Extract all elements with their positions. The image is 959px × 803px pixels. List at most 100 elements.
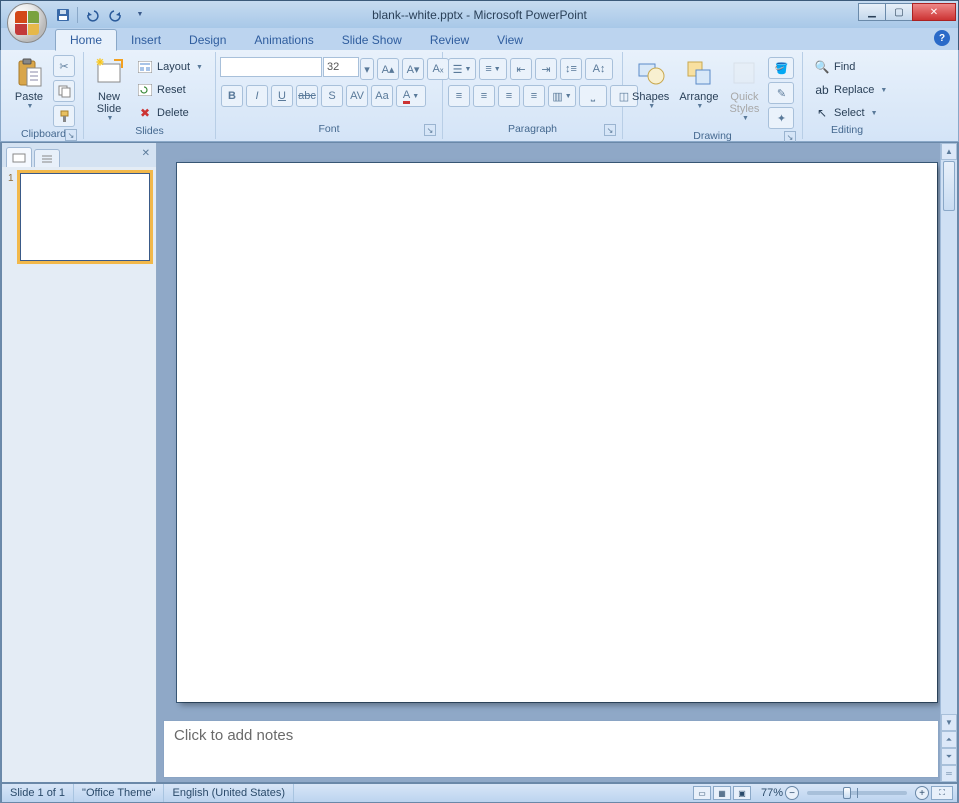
arrange-icon bbox=[683, 57, 715, 89]
tab-slides-view[interactable] bbox=[6, 147, 32, 167]
zoom-slider[interactable] bbox=[807, 791, 907, 795]
text-direction-icon: A↕ bbox=[593, 63, 606, 75]
maximize-button[interactable]: ▢ bbox=[885, 3, 913, 21]
find-button[interactable]: 🔍Find bbox=[809, 56, 892, 78]
thumbnail-1[interactable]: 1 bbox=[8, 173, 150, 261]
status-slide[interactable]: Slide 1 of 1 bbox=[2, 784, 74, 802]
font-color-button[interactable]: A▼ bbox=[396, 85, 426, 107]
bullets-icon: ☰ bbox=[453, 63, 463, 76]
zoom-percent[interactable]: 77% bbox=[761, 787, 783, 799]
view-sorter-icon[interactable]: ▦ bbox=[713, 786, 731, 800]
slide-canvas[interactable] bbox=[177, 163, 937, 702]
tab-review[interactable]: Review bbox=[416, 30, 483, 50]
copy-button[interactable] bbox=[53, 80, 75, 102]
char-spacing-button[interactable]: AV bbox=[346, 85, 368, 107]
tab-insert[interactable]: Insert bbox=[117, 30, 175, 50]
group-label-clipboard: Clipboard↘ bbox=[8, 128, 79, 140]
strike-button[interactable]: abc bbox=[296, 85, 318, 107]
shape-effects-button[interactable]: ✦ bbox=[768, 107, 794, 129]
status-theme[interactable]: "Office Theme" bbox=[74, 784, 164, 802]
help-icon[interactable]: ? bbox=[934, 30, 950, 46]
dialog-launcher-icon[interactable]: ↘ bbox=[65, 129, 77, 141]
copy-icon bbox=[58, 85, 71, 98]
decrease-indent-button[interactable]: ⇤ bbox=[510, 58, 532, 80]
chevron-down-icon: ▼ bbox=[27, 103, 34, 110]
scroll-down-icon[interactable]: ▼ bbox=[941, 714, 957, 731]
format-painter-button[interactable] bbox=[53, 105, 75, 127]
tab-design[interactable]: Design bbox=[175, 30, 240, 50]
align-right-button[interactable]: ≡ bbox=[498, 85, 520, 107]
replace-button[interactable]: abReplace▼ bbox=[809, 79, 892, 101]
fit-to-window-icon[interactable]: ⛶ bbox=[931, 786, 953, 800]
status-language[interactable]: English (United States) bbox=[164, 784, 294, 802]
layout-button[interactable]: Layout▼ bbox=[132, 56, 208, 78]
line-spacing-button[interactable]: ↕≡ bbox=[560, 58, 582, 80]
dialog-launcher-icon[interactable]: ↘ bbox=[604, 124, 616, 136]
change-case-button[interactable]: Aa bbox=[371, 85, 393, 107]
delete-button[interactable]: ✖Delete bbox=[132, 102, 208, 124]
paste-button[interactable]: Paste▼ bbox=[8, 54, 50, 113]
undo-icon[interactable] bbox=[82, 5, 102, 25]
new-slide-button[interactable]: New Slide▼ bbox=[88, 54, 130, 125]
shape-outline-button[interactable]: ✎ bbox=[768, 82, 794, 104]
shape-fill-button[interactable]: 🪣 bbox=[768, 57, 794, 79]
dialog-launcher-icon[interactable]: ↘ bbox=[424, 124, 436, 136]
grow-font-button[interactable]: A▴ bbox=[377, 58, 399, 80]
shapes-button[interactable]: Shapes▼ bbox=[627, 54, 674, 113]
cut-button[interactable]: ✂ bbox=[53, 55, 75, 77]
shrink-font-button[interactable]: A▾ bbox=[402, 58, 424, 80]
align-left-button[interactable]: ≡ bbox=[448, 85, 470, 107]
tab-animations[interactable]: Animations bbox=[240, 30, 327, 50]
text-direction-button[interactable]: A↕ bbox=[585, 58, 613, 80]
thumbnail-slide[interactable] bbox=[20, 173, 150, 261]
qat-customize-icon[interactable]: ▼ bbox=[130, 5, 150, 25]
tab-outline-view[interactable] bbox=[34, 149, 60, 167]
pane-close-icon[interactable]: ✕ bbox=[142, 148, 150, 159]
vertical-scrollbar[interactable]: ▲ ▼ ⏶ ⏷ ═ bbox=[940, 143, 957, 782]
minimize-button[interactable]: ▁ bbox=[858, 3, 886, 21]
bold-button[interactable]: B bbox=[221, 85, 243, 107]
chevron-down-icon[interactable]: ▾ bbox=[360, 58, 374, 80]
arrange-button[interactable]: Arrange▼ bbox=[674, 54, 723, 113]
chevron-down-icon: ▼ bbox=[412, 93, 419, 100]
align-center-button[interactable]: ≡ bbox=[473, 85, 495, 107]
shadow-button[interactable]: S bbox=[321, 85, 343, 107]
view-normal-icon[interactable]: ▭ bbox=[693, 786, 711, 800]
view-slideshow-icon[interactable]: ▣ bbox=[733, 786, 751, 800]
bullets-button[interactable]: ☰▼ bbox=[448, 58, 476, 80]
zoom-in-button[interactable]: + bbox=[915, 786, 929, 800]
chevron-down-icon: ▼ bbox=[880, 87, 887, 94]
zoom-out-button[interactable]: − bbox=[785, 786, 799, 800]
scroll-thumb[interactable] bbox=[943, 161, 955, 211]
numbering-button[interactable]: ≡▼ bbox=[479, 58, 507, 80]
scroll-up-icon[interactable]: ▲ bbox=[941, 143, 957, 160]
italic-button[interactable]: I bbox=[246, 85, 268, 107]
save-icon[interactable] bbox=[53, 5, 73, 25]
quick-styles-button[interactable]: Quick Styles▼ bbox=[723, 54, 765, 125]
tab-view[interactable]: View bbox=[483, 30, 537, 50]
font-size-combo[interactable] bbox=[323, 57, 359, 77]
notes-pane[interactable]: Click to add notes bbox=[163, 720, 939, 778]
tab-slideshow[interactable]: Slide Show bbox=[328, 30, 416, 50]
reset-button[interactable]: Reset bbox=[132, 79, 208, 101]
slider-knob[interactable] bbox=[843, 787, 851, 799]
columns-button[interactable]: ▥▼ bbox=[548, 85, 576, 107]
justify-button[interactable]: ≡ bbox=[523, 85, 545, 107]
next-slide-icon[interactable]: ⏷ bbox=[941, 748, 957, 765]
spacing-icon: AV bbox=[350, 90, 364, 102]
redo-icon[interactable] bbox=[106, 5, 126, 25]
tab-home[interactable]: Home bbox=[55, 29, 117, 51]
underline-icon: U bbox=[278, 90, 286, 102]
prev-slide-icon[interactable]: ⏶ bbox=[941, 731, 957, 748]
slide-thumbnails: 1 bbox=[2, 167, 156, 782]
align-text-button[interactable]: ⎵ bbox=[579, 85, 607, 107]
splitter-icon[interactable]: ═ bbox=[941, 765, 957, 782]
increase-indent-button[interactable]: ⇥ bbox=[535, 58, 557, 80]
underline-button[interactable]: U bbox=[271, 85, 293, 107]
group-label-paragraph: Paragraph↘ bbox=[447, 123, 618, 139]
select-button[interactable]: ↖Select▼ bbox=[809, 102, 892, 124]
font-name-combo[interactable] bbox=[220, 57, 322, 77]
bold-icon: B bbox=[228, 90, 236, 102]
office-button[interactable] bbox=[7, 3, 47, 43]
close-button[interactable]: ✕ bbox=[912, 3, 956, 21]
